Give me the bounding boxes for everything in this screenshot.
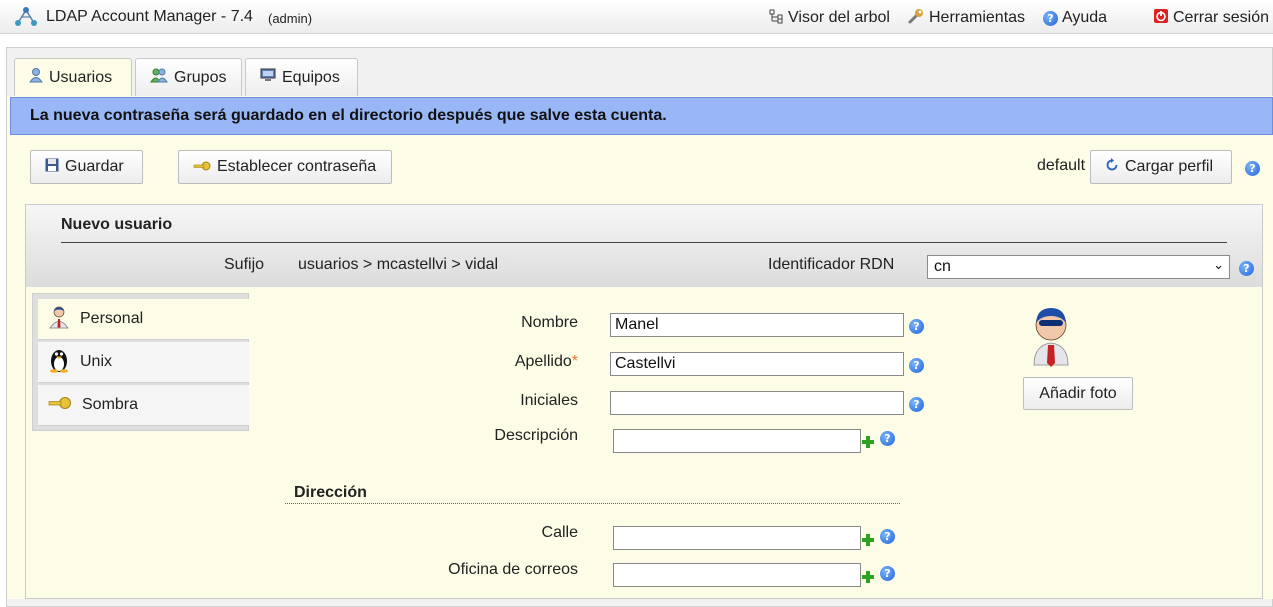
po-box-label: Oficina de correos <box>448 561 578 578</box>
add-po-box-icon[interactable] <box>862 571 874 583</box>
computer-icon <box>260 67 276 88</box>
tab-users[interactable]: Usuarios <box>14 58 132 96</box>
lam-logo-icon <box>14 6 38 33</box>
rdn-label: Identificador RDN <box>768 256 895 273</box>
save-label: Guardar <box>65 158 124 175</box>
logout-label: Cerrar sesión <box>1173 9 1270 26</box>
suffix-value[interactable]: usuarios > mcastellvi > vidal <box>298 256 498 274</box>
profile-name: default <box>1037 157 1086 174</box>
tab-computers[interactable]: Equipos <box>245 58 358 96</box>
save-button[interactable]: Guardar <box>30 150 143 184</box>
initials-help-icon[interactable]: ? <box>909 397 924 412</box>
tools-label: Herramientas <box>929 9 1026 26</box>
help-link[interactable]: ? Ayuda <box>1043 7 1107 29</box>
add-photo-button[interactable]: Añadir foto <box>1023 377 1133 410</box>
street-help-icon[interactable]: ? <box>880 529 895 544</box>
tux-icon <box>48 347 70 378</box>
module-personal-label: Personal <box>80 310 144 327</box>
initials-label: Iniciales <box>520 392 578 409</box>
description-label: Descripción <box>494 427 578 444</box>
user-photo-icon <box>1028 303 1074 374</box>
address-divider <box>285 503 900 504</box>
tab-groups[interactable]: Grupos <box>135 58 242 96</box>
load-profile-help-icon[interactable]: ? <box>1245 161 1260 176</box>
power-icon <box>1153 8 1169 29</box>
wrench-icon <box>907 7 925 30</box>
first-name-help-icon[interactable]: ? <box>909 319 924 334</box>
top-bar: LDAP Account Manager - 7.4 (admin) Visor… <box>0 0 1273 34</box>
po-box-field[interactable] <box>613 563 861 587</box>
key-icon <box>48 396 72 415</box>
help-label: Ayuda <box>1062 9 1108 26</box>
person-icon <box>48 305 70 334</box>
last-name-label-text: Apellido <box>514 353 572 370</box>
add-photo-label: Añadir foto <box>1039 384 1117 402</box>
notice-banner: La nueva contraseña será guardado en el … <box>10 97 1273 135</box>
rdn-help-icon[interactable]: ? <box>1239 261 1254 276</box>
user-icon <box>29 67 43 88</box>
key-icon <box>193 158 211 176</box>
load-profile-button[interactable]: Cargar perfil <box>1090 150 1232 184</box>
suffix-label: Sufijo <box>224 256 265 273</box>
last-name-field[interactable] <box>610 352 904 376</box>
street-field[interactable] <box>613 526 861 550</box>
set-password-label: Establecer contraseña <box>217 158 377 175</box>
po-box-help-icon[interactable]: ? <box>880 566 895 581</box>
first-name-label: Nombre <box>521 314 578 331</box>
refresh-icon <box>1105 157 1119 177</box>
chevron-down-icon: ⌄ <box>1213 257 1224 272</box>
initials-field[interactable] <box>610 391 904 415</box>
floppy-icon <box>45 158 59 177</box>
address-heading: Dirección <box>294 484 367 501</box>
tree-view-link[interactable]: Visor del arbol <box>768 7 890 29</box>
account-heading: Nuevo usuario <box>61 216 173 233</box>
load-profile-label: Cargar perfil <box>1125 158 1214 175</box>
description-field[interactable] <box>613 429 861 453</box>
tab-computers-label: Equipos <box>282 68 340 86</box>
module-shadow-label: Sombra <box>82 396 139 413</box>
add-street-icon[interactable] <box>862 534 874 546</box>
rdn-select[interactable]: cn ⌄ <box>927 255 1230 279</box>
module-shadow[interactable]: Sombra <box>38 385 249 426</box>
tab-users-label: Usuarios <box>49 68 113 86</box>
description-help-icon[interactable]: ? <box>880 431 895 446</box>
first-name-field[interactable] <box>610 313 904 337</box>
required-marker: * <box>571 353 578 370</box>
tree-view-label: Visor del arbol <box>788 9 890 26</box>
logout-link[interactable]: Cerrar sesión <box>1153 7 1269 29</box>
module-personal[interactable]: Personal <box>38 299 249 340</box>
user-badge: (admin) <box>268 11 313 26</box>
group-icon <box>150 67 168 88</box>
module-unix-label: Unix <box>80 353 113 370</box>
street-label: Calle <box>541 524 578 541</box>
tools-link[interactable]: Herramientas <box>907 7 1025 29</box>
app-title: LDAP Account Manager - 7.4 <box>46 8 253 25</box>
set-password-button[interactable]: Establecer contraseña <box>178 150 392 184</box>
last-name-label: Apellido* <box>515 353 578 371</box>
module-unix[interactable]: Unix <box>38 342 249 383</box>
last-name-help-icon[interactable]: ? <box>909 358 924 373</box>
tab-groups-label: Grupos <box>174 68 227 86</box>
rdn-select-value: cn <box>934 258 951 275</box>
header-divider <box>61 242 1227 243</box>
help-icon: ? <box>1043 10 1058 26</box>
tree-icon <box>768 8 784 29</box>
add-description-icon[interactable] <box>862 436 874 448</box>
